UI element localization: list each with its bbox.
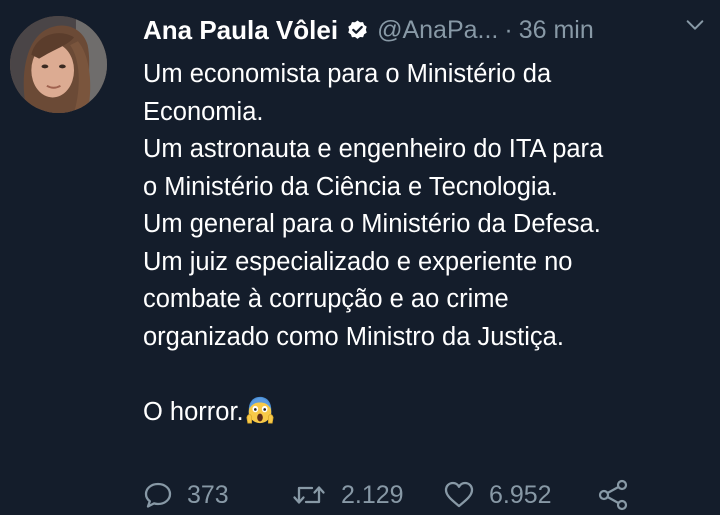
share-button[interactable]	[596, 476, 630, 514]
tweet-text-line: Um general para o Ministério da Defesa.	[143, 210, 601, 238]
tweet-text-line: Um economista para o Ministério da	[143, 60, 552, 88]
avatar-photo	[10, 16, 107, 113]
reply-count: 373	[187, 480, 229, 509]
separator-dot: ·	[504, 15, 513, 44]
tweet-text-closing-line: O horror.	[143, 394, 713, 432]
retweet-icon	[291, 480, 327, 510]
closing-text: O horror.	[143, 397, 244, 426]
verified-badge-icon	[346, 19, 369, 42]
display-name[interactable]: Ana Paula Vôlei	[143, 15, 338, 46]
tweet-text-line: Um juiz especializado e experiente no	[143, 247, 573, 276]
like-count: 6.952	[489, 480, 552, 509]
tweet-text-line: combate à corrupção e ao crime	[143, 285, 509, 313]
heart-icon	[443, 480, 475, 510]
tweet-card: Ana Paula Vôlei @AnaPa... · 36 min Um ec…	[0, 0, 720, 515]
reply-icon	[143, 480, 173, 510]
tweet-text-line: Economia.	[143, 97, 264, 126]
tweet-header: Ana Paula Vôlei @AnaPa... · 36 min	[143, 8, 710, 52]
like-button[interactable]: 6.952	[443, 476, 552, 514]
chevron-down-icon[interactable]	[684, 14, 706, 36]
timestamp[interactable]: 36 min	[519, 16, 594, 45]
tweet-text-line: o Ministério da Ciência e Tecnologia.	[143, 172, 558, 201]
tweet-text: Um economista para o Ministério da Econo…	[143, 56, 713, 431]
reply-button[interactable]: 373	[143, 476, 229, 514]
tweet-actions: 373 2.129 6.952	[143, 476, 703, 514]
face-screaming-in-fear-emoji	[245, 395, 275, 425]
tweet-text-line: Um astronauta e engenheiro do ITA para	[143, 135, 604, 163]
share-icon	[596, 479, 630, 511]
retweet-button[interactable]: 2.129	[291, 476, 404, 514]
retweet-count: 2.129	[341, 480, 404, 509]
tweet-text-line: organizado como Ministro da Justiça.	[143, 322, 564, 351]
avatar[interactable]	[10, 16, 107, 113]
user-handle[interactable]: @AnaPa...	[377, 16, 498, 45]
